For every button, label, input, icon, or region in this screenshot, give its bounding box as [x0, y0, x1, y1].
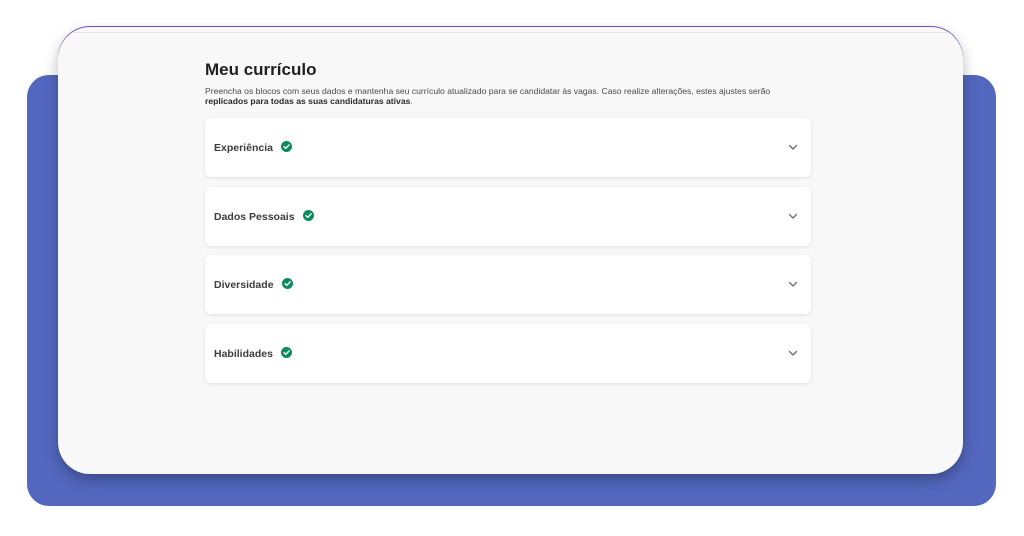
description-end: .: [410, 96, 413, 106]
check-circle-icon: [280, 346, 292, 358]
page-description: Preencha os blocos com seus dados e mant…: [205, 86, 813, 106]
section-label: Dados Pessoais: [214, 209, 314, 223]
resume-content: Meu currículo Preencha os blocos com seu…: [205, 59, 811, 392]
section-diversidade[interactable]: Diversidade: [205, 255, 811, 314]
chevron-down-icon[interactable]: [788, 280, 798, 288]
check-circle-icon: [280, 141, 292, 152]
description-bold-text: replicados para todas as suas candidatur…: [205, 96, 411, 106]
section-label: Experiência: [214, 141, 292, 154]
screenshot-stage: Meu currículo Preencha os blocos com seu…: [0, 0, 1024, 536]
description-text: Preencha os blocos com seus dados e mant…: [205, 86, 771, 96]
check-circle-icon: [302, 209, 314, 221]
card-top-divider: [58, 32, 963, 33]
chevron-down-icon[interactable]: [788, 212, 798, 220]
check-circle-icon: [281, 278, 293, 289]
section-dados-pessoais[interactable]: Dados Pessoais: [205, 186, 811, 246]
section-label: Diversidade: [214, 278, 293, 291]
resume-sections: Experiência Dados Pessoais Diversidade H…: [205, 118, 811, 383]
section-experiencia[interactable]: Experiência: [205, 118, 811, 177]
chevron-down-icon[interactable]: [788, 349, 798, 357]
section-habilidades[interactable]: Habilidades: [205, 323, 811, 383]
chevron-down-icon[interactable]: [788, 143, 798, 151]
section-label: Habilidades: [214, 346, 292, 360]
page-title: Meu currículo: [205, 60, 317, 79]
browser-card: Meu currículo Preencha os blocos com seu…: [58, 27, 963, 474]
